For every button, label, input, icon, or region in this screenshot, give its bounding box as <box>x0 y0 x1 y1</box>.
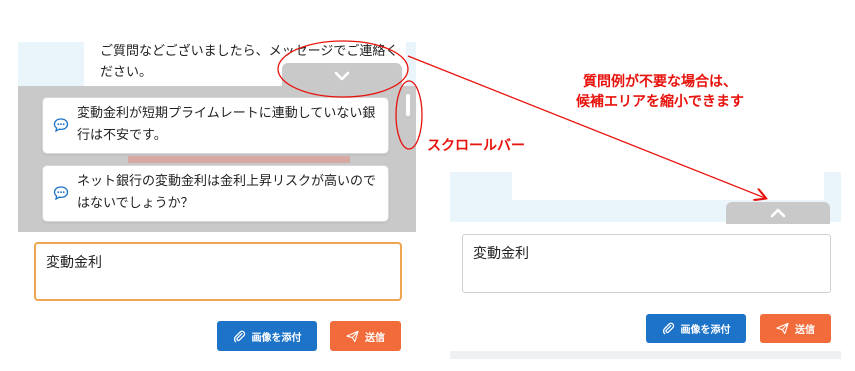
annotation-callout: 質問例が不要な場合は、 候補エリアを縮小できます <box>540 72 780 112</box>
scrollbar-thumb[interactable] <box>406 94 410 116</box>
paper-plane-icon <box>346 330 359 342</box>
suggestion-text: ネット銀行の変動金利は金利上昇リスクが高いのではないでしょうか？ <box>77 174 377 211</box>
message-input[interactable]: 変動金利 <box>34 242 402 301</box>
chevron-down-icon <box>334 71 350 81</box>
paperclip-icon <box>233 330 245 342</box>
message-input-value: 変動金利 <box>46 255 102 271</box>
send-label: 送信 <box>795 325 815 336</box>
chat-bubble-icon <box>53 118 69 133</box>
send-button[interactable]: 送信 <box>330 321 401 351</box>
annotation-line-2: 候補エリアを縮小できます <box>576 94 744 110</box>
expand-suggestions-button[interactable] <box>726 202 830 224</box>
collapse-suggestions-button[interactable] <box>282 63 402 89</box>
paper-plane-icon <box>776 322 789 335</box>
attach-image-label: 画像を添付 <box>680 325 731 336</box>
suggestion-item[interactable]: ネット銀行の変動金利は金利上昇リスクが高いのではないでしょうか？ <box>42 165 389 222</box>
paperclip-icon <box>662 322 674 335</box>
attach-image-button[interactable]: 画像を添付 <box>217 321 317 351</box>
chevron-up-icon <box>770 208 786 218</box>
suggestion-text: 変動金利が短期プライムレートに連動していない銀行は不安です。 <box>77 106 376 143</box>
footer-strip <box>450 351 841 359</box>
attach-image-label: 画像を添付 <box>251 332 302 344</box>
attach-image-button[interactable]: 画像を添付 <box>646 314 746 343</box>
scrollbar-annotation-label: スクロールバー <box>427 138 525 154</box>
suggestion-divider <box>128 156 350 163</box>
message-input[interactable]: 変動金利 <box>462 234 831 293</box>
suggestion-item[interactable]: 変動金利が短期プライムレートに連動していない銀行は不安です。 <box>42 97 389 154</box>
annotation-line-1: 質問例が不要な場合は、 <box>583 74 737 90</box>
message-input-value: 変動金利 <box>473 246 529 262</box>
message-bubble-fragment <box>512 172 824 200</box>
send-label: 送信 <box>365 332 385 344</box>
chat-bubble-icon <box>53 186 69 201</box>
send-button[interactable]: 送信 <box>760 314 831 343</box>
